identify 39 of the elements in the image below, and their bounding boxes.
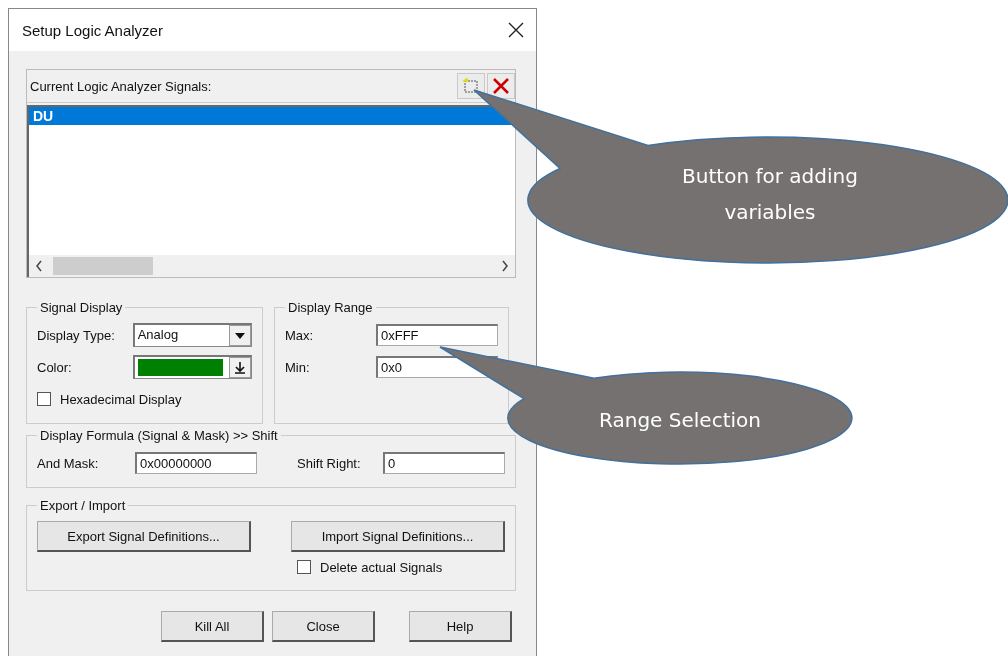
scroll-thumb[interactable] xyxy=(53,257,153,275)
checkbox[interactable] xyxy=(37,392,51,406)
field-label: Shift Right: xyxy=(297,455,362,471)
checkbox-label: Delete actual Signals xyxy=(320,559,443,575)
field-label: Max: xyxy=(285,327,315,343)
new-signal-button[interactable] xyxy=(457,73,485,99)
dropdown-arrow-icon xyxy=(235,332,245,339)
callout-text: Range Selection xyxy=(598,407,762,434)
download-arrow-icon xyxy=(235,361,245,374)
new-item-icon xyxy=(462,77,480,95)
import-button[interactable]: Import Signal Definitions... xyxy=(291,521,505,552)
field-label: And Mask: xyxy=(37,455,100,471)
window-title: Setup Logic Analyzer xyxy=(22,21,163,39)
dialog-button[interactable]: Close xyxy=(272,611,375,642)
group-title: Display Formula (Signal & Mask) >> Shift xyxy=(39,428,279,443)
callout-text: Button for adding variables xyxy=(681,163,859,226)
dialog-button[interactable]: Kill All xyxy=(161,611,264,642)
dialog-button[interactable]: Help xyxy=(409,611,512,642)
formula-input[interactable]: 0 xyxy=(383,452,505,474)
scroll-left-icon[interactable] xyxy=(35,260,43,272)
color-picker[interactable] xyxy=(132,355,252,379)
group-title: Signal Display xyxy=(39,300,124,315)
formula-input[interactable]: 0x00000000 xyxy=(135,452,257,474)
export-button[interactable]: Export Signal Definitions... xyxy=(37,521,251,552)
scroll-right-icon[interactable] xyxy=(501,260,509,272)
field-label: Display Type: xyxy=(37,327,116,343)
close-icon[interactable] xyxy=(508,22,524,38)
group-title: Display Range xyxy=(287,300,374,315)
checkbox-label: Hexadecimal Display xyxy=(60,391,182,407)
delete-signal-button[interactable] xyxy=(487,73,515,99)
horizontal-scrollbar[interactable] xyxy=(29,255,515,277)
range-input[interactable]: 0xFFF xyxy=(376,324,498,346)
signals-label: Current Logic Analyzer Signals: xyxy=(30,78,212,94)
field-label: Color: xyxy=(37,359,73,375)
group-title: Export / Import xyxy=(39,498,127,513)
delete-icon xyxy=(492,77,510,95)
field-label: Min: xyxy=(285,359,311,375)
display-type-dropdown[interactable]: Analog xyxy=(132,323,252,347)
checkbox[interactable] xyxy=(297,560,311,574)
